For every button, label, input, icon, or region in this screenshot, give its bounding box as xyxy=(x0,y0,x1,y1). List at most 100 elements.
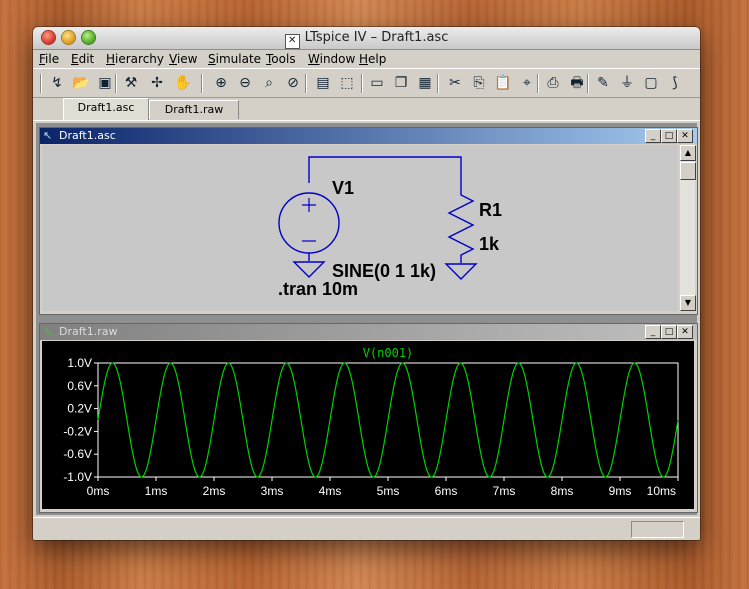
x-tick-label: 3ms xyxy=(261,484,284,498)
toolbar-separator xyxy=(115,74,117,93)
draw-wire-icon[interactable]: ✎ xyxy=(593,73,613,93)
save-icon[interactable]: ▣ xyxy=(95,73,115,93)
scroll-thumb[interactable] xyxy=(680,162,696,180)
scroll-down-arrow-icon[interactable]: ▼ xyxy=(680,295,696,311)
title-bar[interactable]: ✕ LTspice IV – Draft1.asc xyxy=(33,27,700,50)
label-v1[interactable]: V1 xyxy=(332,178,354,198)
run-icon[interactable]: ↯ xyxy=(47,73,67,93)
label-source-value[interactable]: SINE(0 1 1k) xyxy=(332,261,436,281)
schematic-vertical-scrollbar[interactable]: ▲ ▼ xyxy=(680,145,696,311)
y-tick-label: -0.2V xyxy=(63,424,92,438)
menu-mnemonic: V xyxy=(169,52,177,66)
ground-icon[interactable]: ⏚ xyxy=(617,73,637,93)
menu-label: ierarchy xyxy=(115,52,165,66)
label-r1-value[interactable]: 1k xyxy=(479,234,500,254)
document-tab-bar: Draft1.asc Draft1.raw xyxy=(33,98,700,121)
scroll-up-arrow-icon[interactable]: ▲ xyxy=(680,145,696,161)
menu-bar: File Edit Hierarchy View Simulate Tools Window… xyxy=(33,50,700,68)
waveform-window: ∿ Draft1.raw _ □ ✕ V(n001) 0ms 1ms 2ms 3ms 4m… xyxy=(39,323,698,513)
resistor-icon[interactable]: ⟆ xyxy=(665,73,685,93)
schematic-close-button[interactable]: ✕ xyxy=(677,129,693,143)
mdi-client-area: ↖ Draft1.asc _ □ ✕ V1 R1 1k SINE(0 1 1k)… xyxy=(36,123,698,515)
close-all-icon[interactable]: ▦ xyxy=(415,73,435,93)
status-bar xyxy=(33,517,700,540)
ground-symbol-r1[interactable] xyxy=(444,263,478,280)
y-tick-label: 1.0V xyxy=(67,356,92,370)
spice-directive[interactable]: .tran 10m xyxy=(278,279,358,299)
control-panel-icon[interactable]: ⚒ xyxy=(121,73,141,93)
y-tick-label: -1.0V xyxy=(63,470,92,484)
x-tick-label: 7ms xyxy=(493,484,516,498)
status-field xyxy=(631,521,684,538)
paste-icon[interactable]: 📋 xyxy=(493,73,513,93)
pan-hand-icon[interactable]: ✋ xyxy=(173,73,193,93)
open-icon[interactable]: 📂 xyxy=(71,73,91,93)
zoom-in-icon[interactable]: ⊕ xyxy=(211,73,231,93)
menu-edit[interactable]: Edit xyxy=(71,52,94,66)
waveform-plot-pane[interactable]: V(n001) 0ms 1ms 2ms 3ms 4ms 5ms 6ms 7ms 8ms 9ms 10m… xyxy=(42,341,694,509)
menu-label: elp xyxy=(368,52,387,66)
menu-label: imulate xyxy=(215,52,262,66)
x-tick-label: 8ms xyxy=(551,484,574,498)
menu-label: dit xyxy=(78,52,95,66)
menu-tools[interactable]: Tools xyxy=(266,52,296,66)
schematic-window: ↖ Draft1.asc _ □ ✕ V1 R1 1k SINE(0 1 1k)… xyxy=(39,127,698,315)
tab-draft1-raw[interactable]: Draft1.raw xyxy=(149,100,239,119)
menu-mnemonic: E xyxy=(71,52,79,66)
menu-file[interactable]: File xyxy=(39,52,59,66)
resistor-symbol[interactable] xyxy=(447,187,475,263)
pick-visible-traces-icon[interactable]: ✢ xyxy=(147,73,167,93)
zoom-cancel-icon[interactable]: ⊘ xyxy=(283,73,303,93)
schematic-canvas[interactable]: V1 R1 1k SINE(0 1 1k) .tran 10m xyxy=(42,145,678,311)
toolbar-separator xyxy=(201,74,203,93)
menu-label: ile xyxy=(45,52,60,66)
x-tick-label: 5ms xyxy=(377,484,400,498)
menu-view[interactable]: View xyxy=(169,52,197,66)
plot-settings-icon[interactable]: ▤ xyxy=(313,73,333,93)
waveform-close-button[interactable]: ✕ xyxy=(677,325,693,339)
tile-horizontal-icon[interactable]: ▭ xyxy=(367,73,387,93)
label-icon[interactable]: ▢ xyxy=(641,73,661,93)
trace-v-n001[interactable] xyxy=(97,362,679,478)
toolbar-separator xyxy=(537,74,539,93)
menu-simulate[interactable]: Simulate xyxy=(208,52,261,66)
y-tick-label: -0.6V xyxy=(63,447,92,461)
schematic-minimize-button[interactable]: _ xyxy=(645,129,661,143)
ltspice-window: ✕ LTspice IV – Draft1.asc File Edit Hierarc… xyxy=(33,27,700,540)
plus-sign-icon xyxy=(302,198,316,212)
schematic-maximize-button[interactable]: □ xyxy=(661,129,677,143)
toolbar: ↯ 📂 ▣ ⚒ ✢ ✋ ⊕ ⊖ ⌕ ⊘ ▤ ⬚ ▭ ❐ ▦ ✂ ⎘ 📋 ⌖ ⎙ 🖶 ✎ ⏚ ▢ ⟆ xyxy=(33,68,700,98)
toolbar-separator xyxy=(361,74,363,93)
copy-icon[interactable]: ⎘ xyxy=(469,73,489,93)
menu-window[interactable]: Window xyxy=(308,52,355,66)
waveform-window-titlebar[interactable]: ∿ Draft1.raw _ □ ✕ xyxy=(40,324,697,340)
cascade-icon[interactable]: ❐ xyxy=(391,73,411,93)
menu-mnemonic: H xyxy=(359,52,369,66)
x-tick-label: 10ms xyxy=(647,484,676,498)
print-icon[interactable]: 🖶 xyxy=(567,73,587,93)
schematic-drawing: V1 R1 1k SINE(0 1 1k) .tran 10m xyxy=(278,156,502,299)
x11-app-icon: ✕ xyxy=(284,34,300,49)
waveform-maximize-button[interactable]: □ xyxy=(661,325,677,339)
waveform-minimize-button[interactable]: _ xyxy=(645,325,661,339)
y-tick-label: 0.2V xyxy=(67,402,92,416)
autorange-icon[interactable]: ⬚ xyxy=(337,73,357,93)
schematic-doc-icon: ↖ xyxy=(43,129,53,142)
cut-icon[interactable]: ✂ xyxy=(445,73,465,93)
trace-title[interactable]: V(n001) xyxy=(363,346,414,360)
schematic-window-titlebar[interactable]: ↖ Draft1.asc _ □ ✕ xyxy=(40,128,697,144)
label-r1[interactable]: R1 xyxy=(479,200,502,220)
waveform-window-title: Draft1.raw xyxy=(59,325,118,338)
x-tick-label: 4ms xyxy=(319,484,342,498)
print-setup-icon[interactable]: ⎙ xyxy=(543,73,563,93)
ground-symbol-v1[interactable] xyxy=(292,261,326,278)
x-tick-label: 9ms xyxy=(609,484,632,498)
menu-help[interactable]: Help xyxy=(359,52,386,66)
zoom-out-icon[interactable]: ⊖ xyxy=(235,73,255,93)
menu-mnemonic: W xyxy=(308,52,320,66)
find-icon[interactable]: ⌖ xyxy=(517,73,537,93)
tab-draft1-asc[interactable]: Draft1.asc xyxy=(63,98,149,120)
menu-hierarchy[interactable]: Hierarchy xyxy=(106,52,164,66)
x-tick-label: 6ms xyxy=(435,484,458,498)
zoom-fit-icon[interactable]: ⌕ xyxy=(259,73,279,93)
